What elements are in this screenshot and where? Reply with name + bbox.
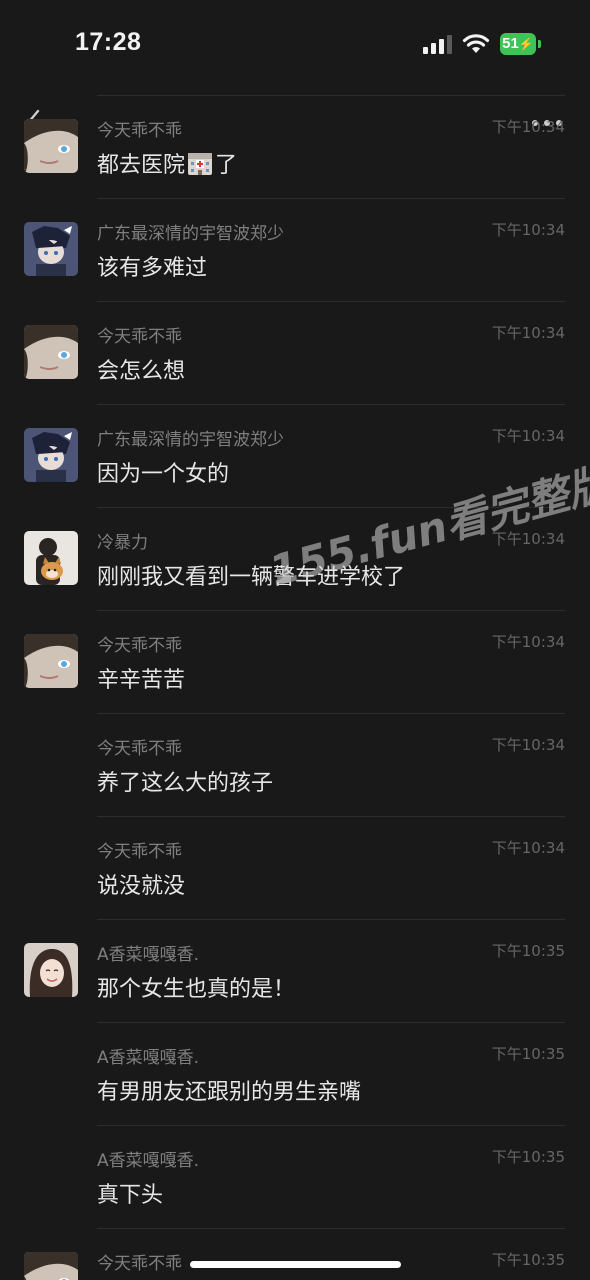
divider (97, 404, 565, 405)
avatar[interactable] (24, 325, 78, 379)
divider (97, 713, 565, 714)
avatar[interactable] (24, 222, 78, 276)
battery-indicator: 51⚡ (500, 33, 536, 55)
girl-blue-eye-avatar-icon (24, 634, 78, 688)
message-text[interactable]: 养了这么大的孩子 (97, 765, 273, 797)
avatar[interactable] (24, 1252, 78, 1280)
home-indicator[interactable] (190, 1261, 401, 1268)
message-text[interactable]: 该有多难过 (97, 250, 207, 282)
list-item[interactable]: A香菜嘎嘎香. 下午10:35 那个女生也真的是！ (0, 919, 590, 1022)
wifi-icon (462, 34, 490, 53)
message-time: 下午10:34 (491, 839, 565, 857)
list-item[interactable]: 今天乖不乖 下午10:34 养了这么大的孩子 (0, 713, 590, 816)
divider (97, 919, 565, 920)
sender-name: 今天乖不乖 (97, 1254, 182, 1274)
sender-name: 广东最深情的宇智波郑少 (97, 430, 284, 450)
message-time: 下午10:34 (491, 118, 565, 136)
smiling-girl-avatar-icon (24, 943, 78, 997)
avatar[interactable] (24, 428, 78, 482)
sender-name: 今天乖不乖 (97, 636, 182, 656)
list-item[interactable]: 今天乖不乖 下午10:35 (0, 1228, 590, 1280)
status-bar: 17:28 51⚡ (0, 0, 590, 88)
divider (97, 1022, 565, 1023)
divider (97, 198, 565, 199)
anime-boy-avatar-icon (24, 222, 78, 276)
charging-bolt-icon: ⚡ (518, 37, 534, 51)
list-item[interactable]: 今天乖不乖 下午10:34 会怎么想 (0, 301, 590, 404)
avatar[interactable] (24, 943, 78, 997)
battery-level: 51 (502, 35, 519, 52)
chat-screen: 17:28 51⚡ 今天乖不乖 下午10:34 都去医院 了 广东最深情的宇智波… (0, 0, 590, 1280)
divider (97, 301, 565, 302)
anime-boy-avatar-icon (24, 428, 78, 482)
message-text[interactable]: 真下头 (97, 1177, 163, 1209)
message-time: 下午10:34 (491, 530, 565, 548)
status-time: 17:28 (75, 28, 142, 56)
list-item[interactable]: 今天乖不乖 下午10:34 都去医院 了 (0, 95, 590, 198)
girl-blue-eye-avatar-icon (24, 1252, 78, 1280)
list-item[interactable]: 今天乖不乖 下午10:34 说没就没 (0, 816, 590, 919)
sender-name: 今天乖不乖 (97, 327, 182, 347)
avatar[interactable] (24, 119, 78, 173)
divider (97, 507, 565, 508)
message-text[interactable]: 刚刚我又看到一辆警车进学校了 (97, 559, 405, 591)
message-text[interactable]: 那个女生也真的是！ (97, 971, 295, 1003)
divider (97, 1125, 565, 1126)
avatar[interactable] (24, 531, 78, 585)
message-time: 下午10:35 (491, 1045, 565, 1063)
divider (97, 95, 565, 96)
hospital-emoji-icon (188, 153, 213, 175)
list-item[interactable]: 广东最深情的宇智波郑少 下午10:34 该有多难过 (0, 198, 590, 301)
list-item[interactable]: A香菜嘎嘎香. 下午10:35 真下头 (0, 1125, 590, 1228)
sender-name: 广东最深情的宇智波郑少 (97, 224, 284, 244)
message-time: 下午10:34 (491, 324, 565, 342)
sender-name: 今天乖不乖 (97, 121, 182, 141)
person-with-dog-avatar-icon (24, 531, 78, 585)
sender-name: 今天乖不乖 (97, 739, 182, 759)
message-time: 下午10:34 (491, 633, 565, 651)
sender-name: A香菜嘎嘎香. (97, 945, 200, 965)
message-time: 下午10:34 (491, 736, 565, 754)
sender-name: A香菜嘎嘎香. (97, 1151, 200, 1171)
avatar[interactable] (24, 634, 78, 688)
message-text[interactable]: 说没就没 (97, 868, 185, 900)
message-list: 今天乖不乖 下午10:34 都去医院了 广东最深情的宇智波郑少 下午10:34 … (0, 95, 590, 1280)
list-item[interactable]: A香菜嘎嘎香. 下午10:35 有男朋友还跟别的男生亲嘴 (0, 1022, 590, 1125)
message-text-part: 了 (215, 153, 238, 178)
message-text-part: 都去医院 (97, 153, 186, 178)
battery-cap (538, 40, 541, 48)
message-time: 下午10:35 (491, 1251, 565, 1269)
message-time: 下午10:34 (491, 221, 565, 239)
message-text[interactable]: 会怎么想 (97, 353, 185, 385)
sender-name: A香菜嘎嘎香. (97, 1048, 200, 1068)
sender-name: 冷暴力 (97, 533, 148, 553)
list-item[interactable]: 今天乖不乖 下午10:34 辛辛苦苦 (0, 610, 590, 713)
message-time: 下午10:35 (491, 1148, 565, 1166)
girl-blue-eye-avatar-icon (24, 325, 78, 379)
girl-blue-eye-avatar-icon (24, 119, 78, 173)
cellular-signal-icon (423, 35, 452, 54)
message-time: 下午10:34 (491, 427, 565, 445)
list-item[interactable]: 冷暴力 下午10:34 刚刚我又看到一辆警车进学校了 (0, 507, 590, 610)
divider (97, 610, 565, 611)
message-text[interactable]: 有男朋友还跟别的男生亲嘴 (97, 1074, 361, 1106)
message-text[interactable]: 因为一个女的 (97, 456, 229, 488)
divider (97, 1228, 565, 1229)
sender-name: 今天乖不乖 (97, 842, 182, 862)
divider (97, 816, 565, 817)
list-item[interactable]: 广东最深情的宇智波郑少 下午10:34 因为一个女的 (0, 404, 590, 507)
message-text[interactable]: 辛辛苦苦 (97, 662, 185, 694)
message-time: 下午10:35 (491, 942, 565, 960)
message-text[interactable]: 都去医院 了 (97, 147, 237, 179)
